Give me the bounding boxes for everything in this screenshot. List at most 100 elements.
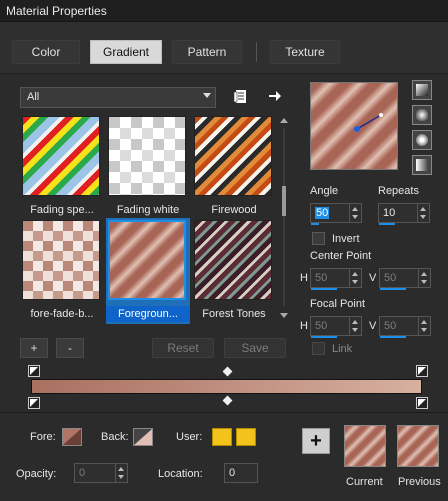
gradient-preview-canvas[interactable] (310, 82, 398, 170)
invert-label: Invert (332, 233, 360, 245)
category-dropdown[interactable]: All (20, 87, 216, 108)
category-value: All (27, 91, 40, 103)
user-swatch[interactable] (212, 428, 232, 446)
scroll-track[interactable] (283, 128, 285, 306)
center-v-slider[interactable] (380, 288, 406, 290)
center-h-value: 50 (315, 272, 328, 284)
focal-h-field[interactable]: 50 (310, 316, 362, 338)
angle-slider[interactable] (311, 223, 319, 225)
focal-v-field[interactable]: 50 (379, 316, 431, 338)
gradient-preview (22, 116, 100, 196)
linear-style-button[interactable] (412, 80, 432, 100)
tab-gradient[interactable]: Gradient (90, 40, 162, 64)
focal-v-slider[interactable] (380, 336, 406, 338)
sunburst-gradient-icon (416, 134, 428, 146)
opacity-stepper[interactable] (115, 464, 127, 482)
angle-stepper[interactable] (349, 204, 361, 222)
opacity-midpoint-diamond[interactable] (222, 366, 233, 377)
color-stop-marker[interactable] (28, 397, 40, 409)
focal-v-value: 50 (384, 320, 397, 332)
thumbnail-label: Fading white (116, 204, 180, 216)
remove-gradient-button[interactable]: - (56, 338, 84, 358)
save-button[interactable]: Save (224, 338, 286, 358)
link-checkbox[interactable] (312, 342, 325, 355)
back-swatch[interactable] (133, 428, 153, 446)
angle-handle-icon[interactable] (311, 83, 399, 171)
gradient-preview (108, 220, 186, 300)
thumbnail-label: Firewood (211, 204, 257, 216)
back-label: Back: (101, 431, 129, 443)
focal-h-stepper[interactable] (349, 317, 361, 335)
title-bar: Material Properties (0, 0, 448, 22)
thumbnail-label: fore-fade-b... (30, 308, 94, 320)
divider (0, 412, 448, 413)
center-h-label: H (300, 272, 308, 284)
gradient-thumbnail[interactable]: Fading white (106, 114, 190, 220)
opacity-stop-marker[interactable] (28, 365, 40, 377)
location-field[interactable]: 0 (224, 463, 258, 483)
gradient-thumbnail[interactable]: Fading spe... (20, 114, 104, 220)
repeats-stepper[interactable] (417, 204, 429, 222)
repeats-field[interactable]: 10 (378, 203, 430, 225)
add-gradient-button[interactable]: + (20, 338, 48, 358)
scroll-thumb[interactable] (282, 186, 286, 216)
gradient-thumbnail[interactable]: Foregroun... (106, 218, 190, 324)
gradient-preview (194, 116, 272, 196)
tab-pattern[interactable]: Pattern (172, 40, 242, 64)
focal-h-label: H (300, 320, 308, 332)
radial-style-button[interactable] (412, 155, 432, 175)
user-label: User: (176, 431, 203, 443)
focal-h-slider[interactable] (311, 336, 337, 338)
current-gradient-swatch[interactable] (344, 425, 386, 467)
gradient-thumbnail[interactable]: Forest Tones (192, 218, 276, 324)
user-swatch[interactable] (236, 428, 256, 446)
library-menu-button[interactable] (230, 86, 252, 108)
scroll-up-icon[interactable] (280, 118, 288, 123)
library-scrollbar[interactable] (279, 114, 289, 322)
repeats-label: Repeats (378, 185, 419, 197)
fore-swatch[interactable] (62, 428, 82, 446)
gradient-preview (108, 116, 186, 196)
opacity-stop-marker[interactable] (416, 365, 428, 377)
angle-field[interactable]: 50 (310, 203, 362, 225)
center-point-label: Center Point (310, 250, 372, 262)
center-h-slider[interactable] (311, 288, 337, 290)
focal-v-label: V (369, 320, 377, 332)
opacity-value: 0 (79, 467, 86, 479)
color-midpoint-diamond[interactable] (222, 395, 233, 406)
reset-button[interactable]: Reset (152, 338, 214, 358)
gradient-bar[interactable] (31, 379, 422, 394)
add-to-library-button[interactable]: + (302, 428, 330, 454)
scroll-down-icon[interactable] (280, 313, 288, 318)
fore-label: Fore: (30, 431, 56, 443)
opacity-field[interactable]: 0 (74, 463, 128, 483)
location-value: 0 (229, 467, 236, 479)
center-v-stepper[interactable] (418, 269, 430, 287)
linear-gradient-icon (416, 84, 428, 96)
gradient-thumbnail[interactable]: fore-fade-b... (20, 218, 104, 324)
repeats-slider[interactable] (379, 223, 395, 225)
gradient-thumbnail[interactable]: Firewood (192, 114, 276, 220)
gradient-preview (22, 220, 100, 300)
tab-color[interactable]: Color (12, 40, 80, 64)
angle-value: 50 (315, 207, 330, 219)
focal-point-label: Focal Point (310, 298, 366, 310)
tab-texture[interactable]: Texture (270, 40, 340, 64)
arrow-right-icon[interactable] (264, 85, 286, 107)
invert-checkbox[interactable] (312, 232, 325, 245)
thumbnail-label: Fading spe... (30, 204, 94, 216)
color-stop-marker[interactable] (416, 397, 428, 409)
rectangular-style-button[interactable] (412, 105, 432, 125)
previous-gradient-swatch[interactable] (397, 425, 439, 467)
link-label: Link (332, 343, 353, 355)
center-v-label: V (369, 272, 377, 284)
repeats-value: 10 (383, 207, 396, 219)
rectangular-gradient-icon (416, 109, 428, 121)
center-h-stepper[interactable] (349, 269, 361, 287)
center-h-field[interactable]: 50 (310, 268, 362, 290)
focal-v-stepper[interactable] (418, 317, 430, 335)
sunburst-style-button[interactable] (412, 130, 432, 150)
tab-bar: Color Gradient Pattern Texture (0, 22, 448, 74)
center-v-field[interactable]: 50 (379, 268, 431, 290)
location-label: Location: (158, 468, 203, 480)
